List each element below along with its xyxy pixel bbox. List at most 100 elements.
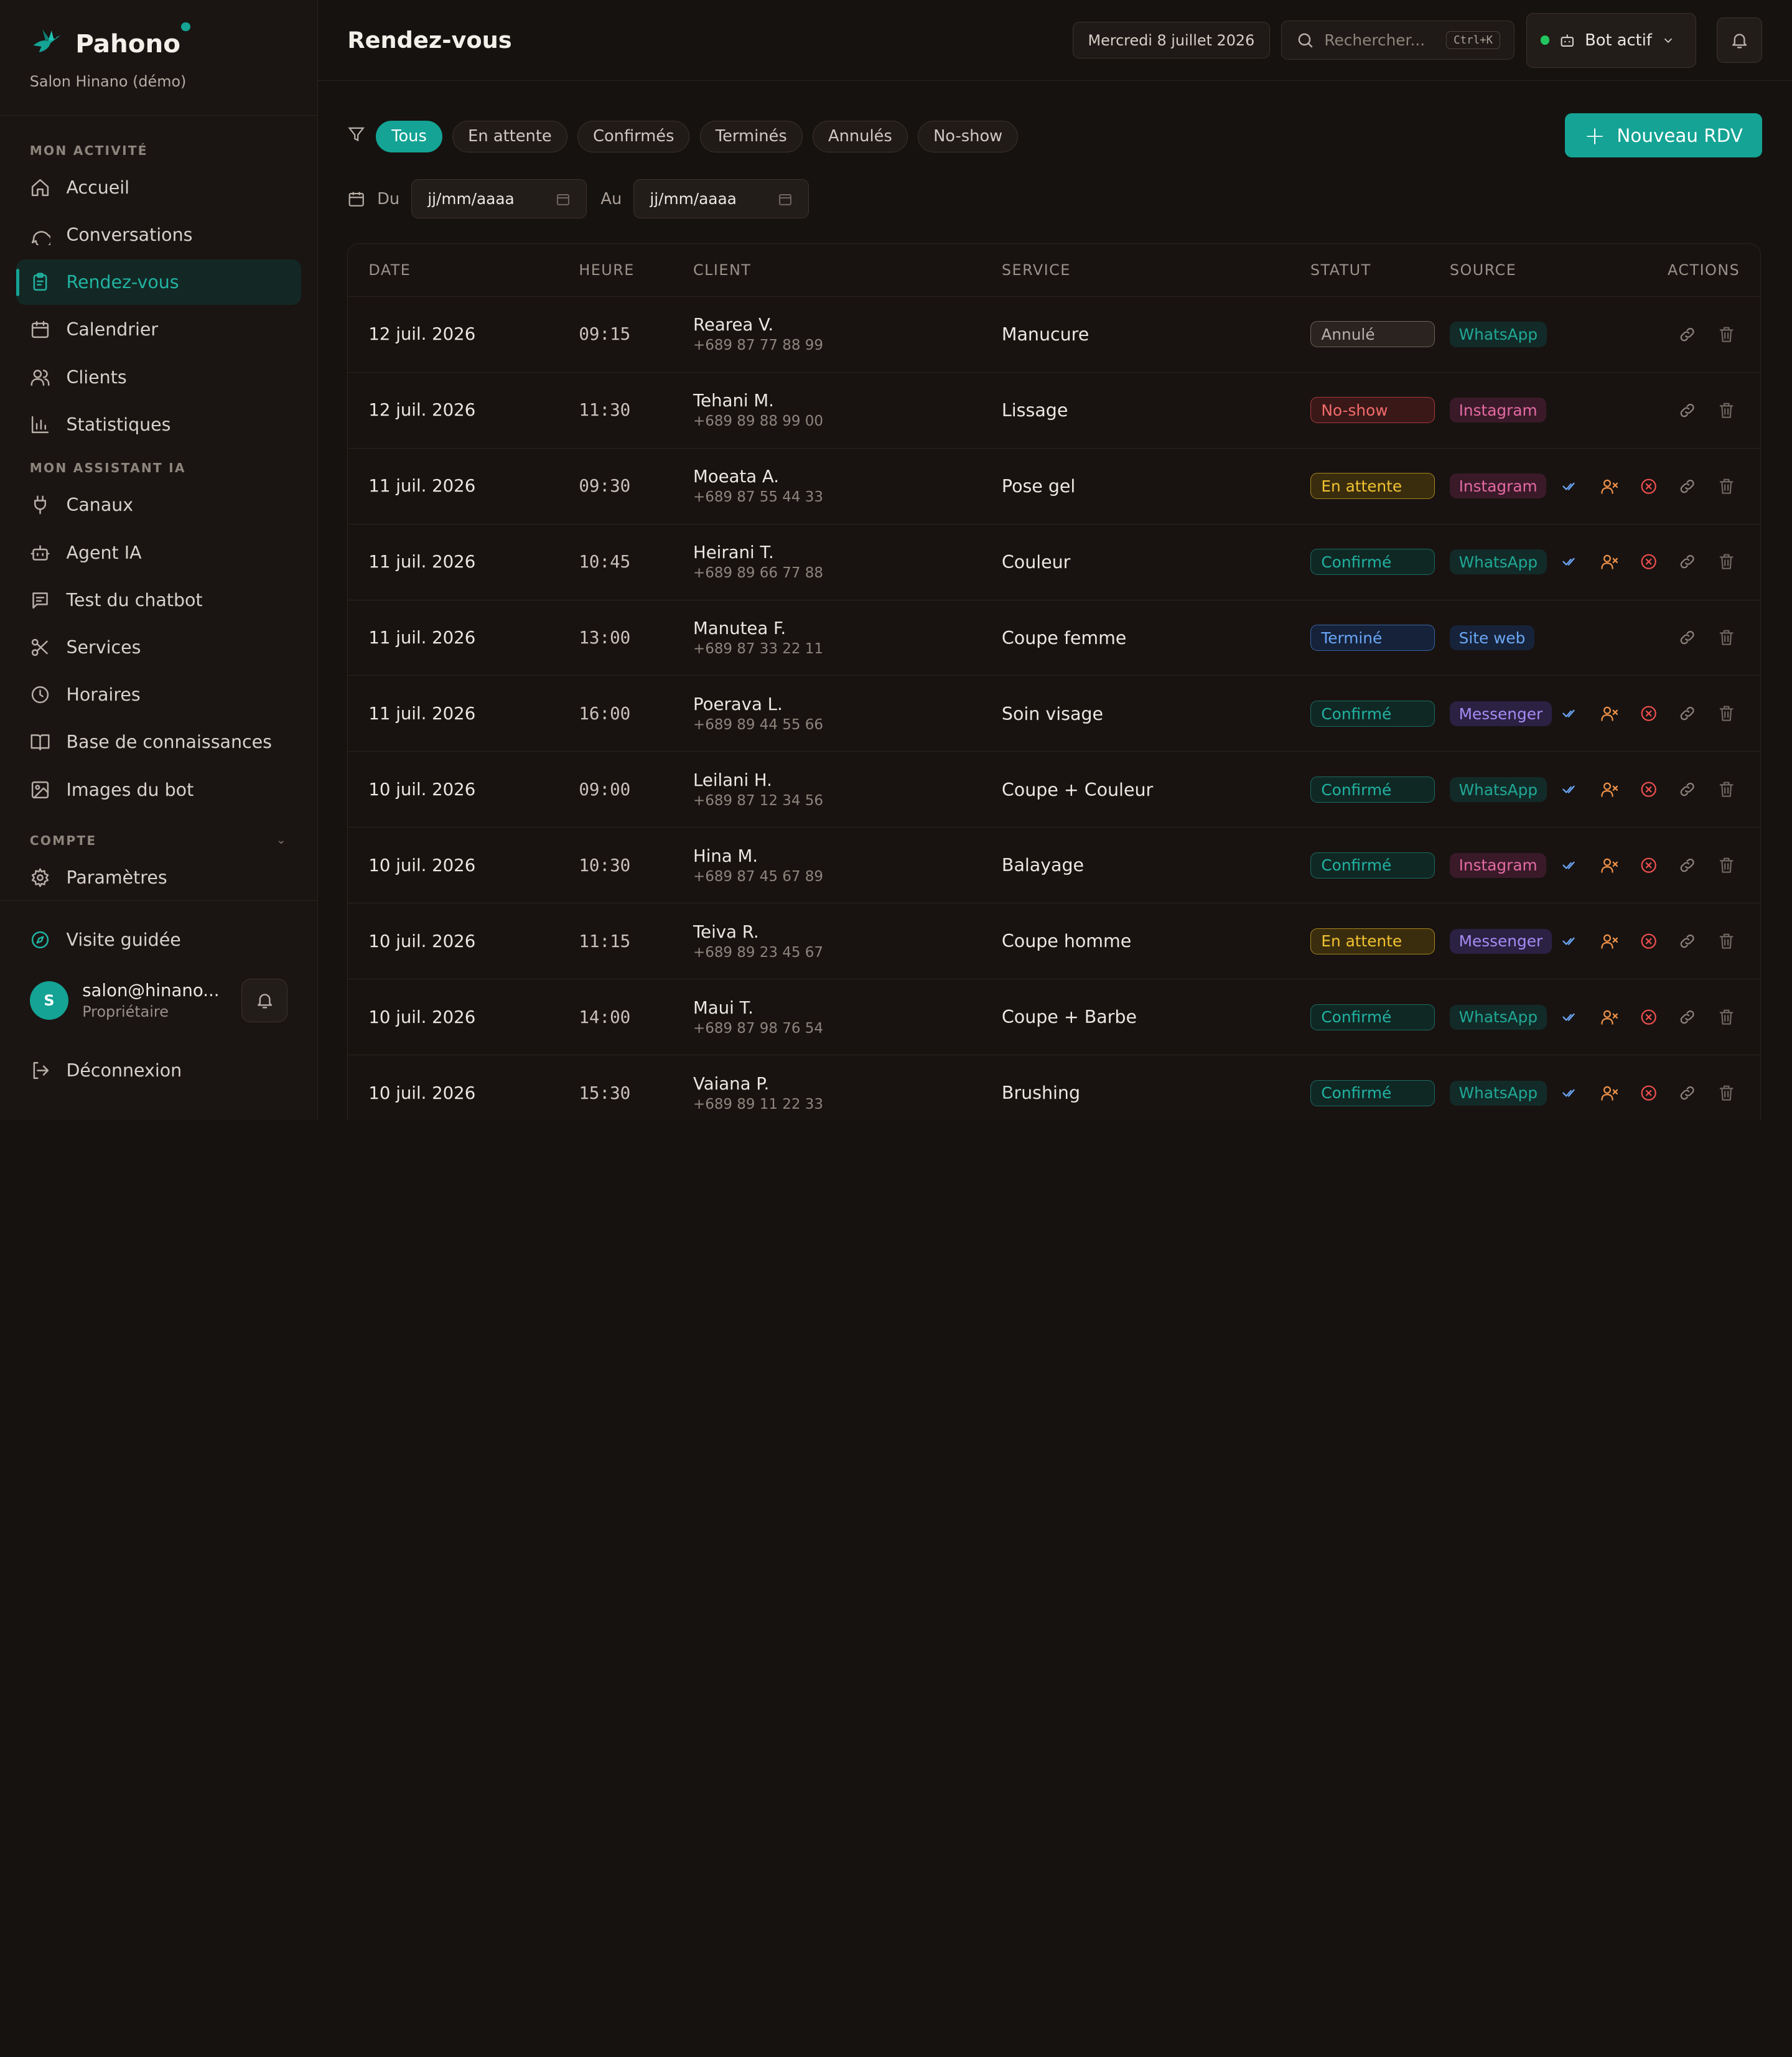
confirm-button[interactable] — [1557, 548, 1584, 576]
confirm-button[interactable] — [1557, 1004, 1584, 1031]
column-header-date[interactable]: DATE — [368, 261, 411, 279]
mark-no-show-button[interactable] — [1596, 776, 1623, 803]
column-header-client[interactable]: CLIENT — [693, 261, 751, 279]
copy-link-button[interactable] — [1674, 624, 1701, 651]
table-row[interactable]: 10 juil. 2026 11:15 Teiva R. +689 89 23 … — [348, 903, 1761, 980]
cancel-appointment-button[interactable] — [1635, 472, 1662, 500]
confirm-button[interactable] — [1557, 1080, 1584, 1107]
column-header-heure[interactable]: HEURE — [579, 261, 634, 279]
sidebar-item-clients[interactable]: Clients — [16, 354, 301, 399]
cancel-appointment-button[interactable] — [1635, 700, 1662, 727]
delete-button[interactable] — [1712, 852, 1740, 879]
delete-button[interactable] — [1712, 700, 1740, 727]
mark-no-show-button[interactable] — [1596, 1004, 1623, 1031]
confirm-button[interactable] — [1557, 776, 1584, 803]
delete-button[interactable] — [1712, 928, 1740, 955]
status-badge: Confirmé — [1310, 1004, 1435, 1030]
copy-link-button[interactable] — [1674, 548, 1701, 576]
filter-chip-no-show[interactable]: No-show — [918, 120, 1019, 153]
filter-chip-tous[interactable]: Tous — [376, 120, 442, 153]
table-row[interactable]: 12 juil. 2026 11:30 Tehani M. +689 89 88… — [348, 373, 1761, 449]
column-header-service[interactable]: SERVICE — [1002, 261, 1071, 279]
date-from-input[interactable]: jj/mm/aaaa — [411, 179, 587, 218]
sidebar-item-accueil[interactable]: Accueil — [16, 165, 301, 210]
notifications-button[interactable] — [1716, 17, 1763, 63]
sidebar-item-conversations[interactable]: Conversations — [16, 212, 301, 258]
confirm-button[interactable] — [1557, 928, 1584, 955]
filter-chip-en-attente[interactable]: En attente — [452, 120, 567, 153]
new-appointment-button[interactable]: + Nouveau RDV — [1564, 113, 1763, 158]
confirm-button[interactable] — [1557, 700, 1584, 727]
sidebar-item-parametres[interactable]: Paramètres — [16, 855, 301, 900]
notifications-button[interactable] — [241, 979, 287, 1022]
copy-link-button[interactable] — [1674, 472, 1701, 500]
sidebar-item-canaux[interactable]: Canaux — [16, 482, 301, 528]
delete-button[interactable] — [1712, 624, 1740, 651]
table-row[interactable]: 11 juil. 2026 10:45 Heirani T. +689 89 6… — [348, 525, 1761, 600]
section-title-account[interactable]: COMPTE ⌄ — [16, 822, 301, 855]
copy-link-button[interactable] — [1674, 320, 1701, 348]
status-badge: Confirmé — [1310, 1080, 1435, 1106]
client-phone: +689 87 98 76 54 — [693, 1020, 823, 1037]
copy-link-button[interactable] — [1674, 1080, 1701, 1107]
delete-button[interactable] — [1712, 1080, 1740, 1107]
delete-button[interactable] — [1712, 776, 1740, 803]
copy-link-button[interactable] — [1674, 1004, 1701, 1031]
date-range-filter: Du jj/mm/aaaa Au jj/mm/aaaa — [347, 179, 810, 218]
copy-link-button[interactable] — [1674, 776, 1701, 803]
cancel-appointment-button[interactable] — [1635, 852, 1662, 879]
delete-button[interactable] — [1712, 320, 1740, 348]
mark-no-show-button[interactable] — [1596, 472, 1623, 500]
table-row[interactable]: 11 juil. 2026 13:00 Manutea F. +689 87 3… — [348, 600, 1761, 676]
mark-no-show-button[interactable] — [1596, 548, 1623, 576]
filter-chip-confirmes[interactable]: Confirmés — [577, 120, 690, 153]
table-row[interactable]: 10 juil. 2026 14:00 Maui T. +689 87 98 7… — [348, 979, 1761, 1056]
mark-no-show-button[interactable] — [1596, 1080, 1623, 1107]
sidebar-item-agent-ia[interactable]: Agent IA — [16, 529, 301, 575]
column-header-statut[interactable]: STATUT — [1310, 261, 1371, 279]
filter-chip-annules[interactable]: Annulés — [813, 120, 908, 153]
delete-button[interactable] — [1712, 396, 1740, 424]
copy-link-button[interactable] — [1674, 928, 1701, 955]
sidebar-item-statistiques[interactable]: Statistiques — [16, 402, 301, 447]
mark-no-show-button[interactable] — [1596, 700, 1623, 727]
confirm-button[interactable] — [1557, 852, 1584, 879]
table-row[interactable]: 10 juil. 2026 09:00 Leilani H. +689 87 1… — [348, 752, 1761, 828]
cancel-appointment-button[interactable] — [1635, 928, 1662, 955]
sidebar-item-images-bot[interactable]: Images du bot — [16, 767, 301, 812]
sidebar-item-test-chatbot[interactable]: Test du chatbot — [16, 577, 301, 623]
sidebar-item-horaires[interactable]: Horaires — [16, 672, 301, 717]
cell-time: 09:30 — [579, 476, 631, 497]
delete-button[interactable] — [1712, 472, 1740, 500]
search-input[interactable]: Rechercher... Ctrl+K — [1281, 21, 1515, 60]
cancel-appointment-button[interactable] — [1635, 1080, 1662, 1107]
filter-chip-termines[interactable]: Terminés — [699, 120, 803, 153]
logout-button[interactable]: Déconnexion — [16, 1047, 301, 1093]
delete-button[interactable] — [1712, 1004, 1740, 1031]
confirm-button[interactable] — [1557, 472, 1584, 500]
delete-button[interactable] — [1712, 548, 1740, 576]
copy-link-button[interactable] — [1674, 396, 1701, 424]
sidebar-item-calendrier[interactable]: Calendrier — [16, 307, 301, 352]
copy-link-button[interactable] — [1674, 852, 1701, 879]
table-row[interactable]: 10 juil. 2026 10:30 Hina M. +689 87 45 6… — [348, 828, 1761, 904]
table-row[interactable]: 10 juil. 2026 15:30 Vaiana P. +689 89 11… — [348, 1055, 1760, 1120]
column-header-source[interactable]: SOURCE — [1450, 261, 1516, 279]
sidebar-item-rendez-vous[interactable]: Rendez-vous — [16, 259, 301, 306]
table-row[interactable]: 11 juil. 2026 16:00 Poerava L. +689 89 4… — [348, 676, 1761, 752]
cancel-appointment-button[interactable] — [1635, 1004, 1662, 1031]
mark-no-show-button[interactable] — [1596, 852, 1623, 879]
cancel-appointment-button[interactable] — [1635, 776, 1662, 803]
mark-no-show-button[interactable] — [1596, 928, 1623, 955]
cell-source: Site web — [1449, 600, 1534, 676]
date-to-input[interactable]: jj/mm/aaaa — [633, 179, 810, 218]
guided-tour-button[interactable]: Visite guidée — [16, 917, 301, 963]
sidebar-item-base-connaissances[interactable]: Base de connaissances — [16, 719, 301, 765]
table-row[interactable]: 11 juil. 2026 09:30 Moeata A. +689 87 55… — [348, 449, 1761, 525]
avatar[interactable]: S — [29, 981, 69, 1020]
table-row[interactable]: 12 juil. 2026 09:15 Rearea V. +689 87 77… — [348, 297, 1761, 373]
cancel-appointment-button[interactable] — [1635, 548, 1662, 576]
copy-link-button[interactable] — [1674, 700, 1701, 727]
sidebar-item-services[interactable]: Services — [16, 625, 301, 670]
bot-status-dropdown[interactable]: Bot actif — [1526, 12, 1696, 68]
